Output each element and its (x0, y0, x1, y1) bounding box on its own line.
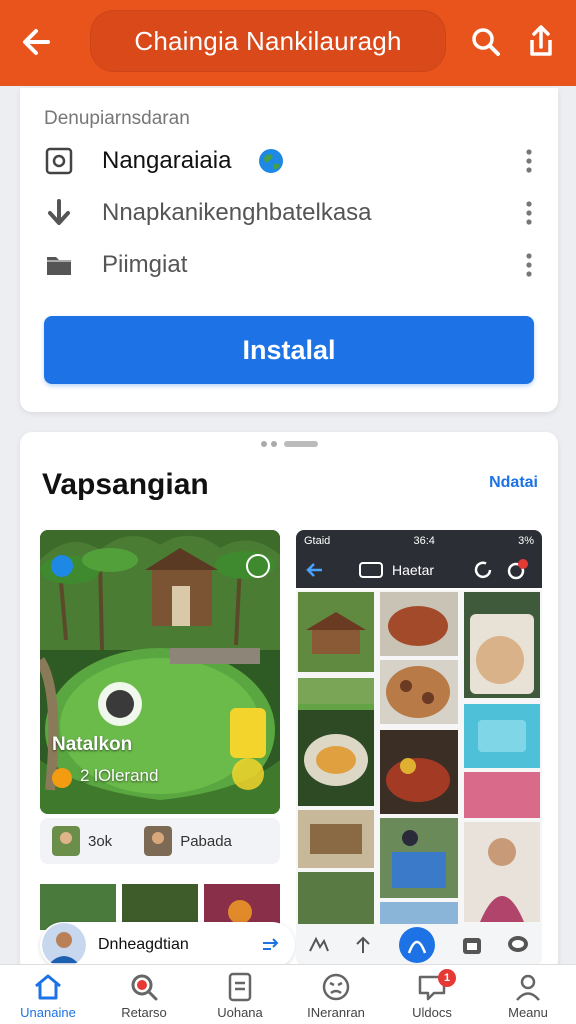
chip-1[interactable]: 3ok (52, 826, 112, 856)
photo-caption: Natalkon (52, 734, 133, 755)
download-icon (48, 199, 70, 225)
see-more-link[interactable]: Ndatai (489, 474, 538, 492)
face-icon (322, 973, 350, 1001)
preview-card: Vapsangian Ndatai Natalkon 2 lOlerand 3o… (20, 432, 558, 972)
share-icon (530, 25, 552, 56)
nav-item-face[interactable]: INeranran (288, 965, 384, 1024)
info-row-1[interactable]: Nangaraiaia (20, 134, 558, 188)
share-button[interactable] (520, 22, 560, 62)
chip-thumbnail (52, 826, 80, 856)
search-button[interactable] (466, 22, 506, 62)
globe-badge-icon (259, 149, 283, 173)
back-arrow-icon (23, 29, 50, 55)
drag-handle-icon[interactable] (260, 440, 340, 448)
phone-status-bar: Gtaid 36:4 3% (296, 530, 542, 552)
app-header: Chaingia Nankilauragh (0, 0, 576, 86)
bottom-nav: Unanaine Retarso Uohana INeranran 1 Uldo… (0, 964, 576, 1024)
chip-label: 3ok (88, 832, 113, 850)
chip-label: Pabada (180, 832, 232, 850)
photo-sub-text: 2 lOlerand (80, 766, 159, 785)
chip-2[interactable]: Pabada (144, 826, 232, 856)
info-row-label: Nnapkanikenghbatelkasa (102, 199, 372, 226)
more-vert-icon[interactable] (524, 200, 534, 226)
phone-notify-icon (507, 559, 528, 580)
phone-status-right: 3% (518, 535, 534, 547)
phone-fab-icon (398, 927, 435, 963)
phone-tag-icon (359, 562, 383, 578)
nav-item-messages[interactable]: 1 Uldocs (384, 965, 480, 1024)
nav-item-home[interactable]: Unanaine (0, 965, 96, 1024)
phone-up-icon (356, 936, 371, 953)
phone-chat-icon (508, 936, 529, 952)
phone-screenshot[interactable]: Gtaid 36:4 3% Haetar (296, 530, 542, 966)
info-card: Denupiarnsdaran Nangaraiaia Nnapkanikeng… (20, 88, 558, 412)
phone-refresh-icon (474, 561, 492, 579)
section-label: Denupiarnsdaran (44, 108, 190, 129)
nav-label: INeranran (307, 1005, 365, 1020)
avatar (42, 923, 86, 967)
nav-label: Unanaine (20, 1005, 76, 1020)
title-pill: Chaingia Nankilauragh (90, 10, 446, 72)
info-row-2[interactable]: Nnapkanikenghbatelkasa (20, 186, 558, 240)
nav-label: Uohana (217, 1005, 263, 1020)
info-row-3[interactable]: Piimgiat (20, 238, 558, 292)
home-icon (35, 974, 61, 1000)
phone-tool-icon (308, 936, 329, 952)
search-icon (472, 28, 500, 56)
profile-row[interactable]: Dnheagdtian (40, 922, 295, 968)
nav-item-document[interactable]: Uohana (192, 965, 288, 1024)
folder-icon (47, 257, 71, 275)
more-vert-icon[interactable] (524, 148, 534, 174)
phone-appbar: Haetar (296, 552, 542, 588)
nav-label: Meanu (508, 1005, 548, 1020)
phone-status-time: 36:4 (413, 535, 435, 547)
phone-cal-icon (462, 938, 481, 954)
phone-bottom-bar (296, 924, 542, 966)
section-title: Vapsangian (42, 468, 209, 501)
camera-icon (45, 147, 73, 175)
photo-sub-label: 2 lOlerand (54, 766, 158, 786)
person-icon (516, 974, 540, 1001)
nav-item-profile[interactable]: Meanu (480, 965, 576, 1024)
info-row-label: Piimgiat (102, 251, 188, 278)
page-title: Chaingia Nankilauragh (134, 25, 402, 56)
more-vert-icon[interactable] (524, 252, 534, 278)
info-row-label: Nangaraiaia (102, 147, 232, 174)
phone-status-left: Gtaid (304, 535, 331, 547)
back-button[interactable] (18, 20, 62, 64)
chip-row: 3ok Pabada (40, 818, 280, 864)
nav-label: Retarso (121, 1005, 167, 1020)
search-icon (131, 974, 158, 1001)
phone-photo-grid (296, 590, 542, 926)
nav-label: Uldocs (412, 1005, 452, 1020)
notification-badge: 1 (438, 969, 456, 987)
document-icon (228, 972, 252, 1002)
expand-icon[interactable] (261, 937, 281, 953)
install-button[interactable]: Instalal (44, 316, 534, 384)
garden-photo[interactable]: Natalkon 2 lOlerand (40, 530, 280, 814)
nav-item-search[interactable]: Retarso (96, 965, 192, 1024)
phone-back-icon (306, 563, 322, 577)
chip-thumbnail (144, 826, 173, 856)
phone-appbar-title: Haetar (392, 562, 435, 578)
profile-name: Dnheagdtian (98, 936, 189, 953)
